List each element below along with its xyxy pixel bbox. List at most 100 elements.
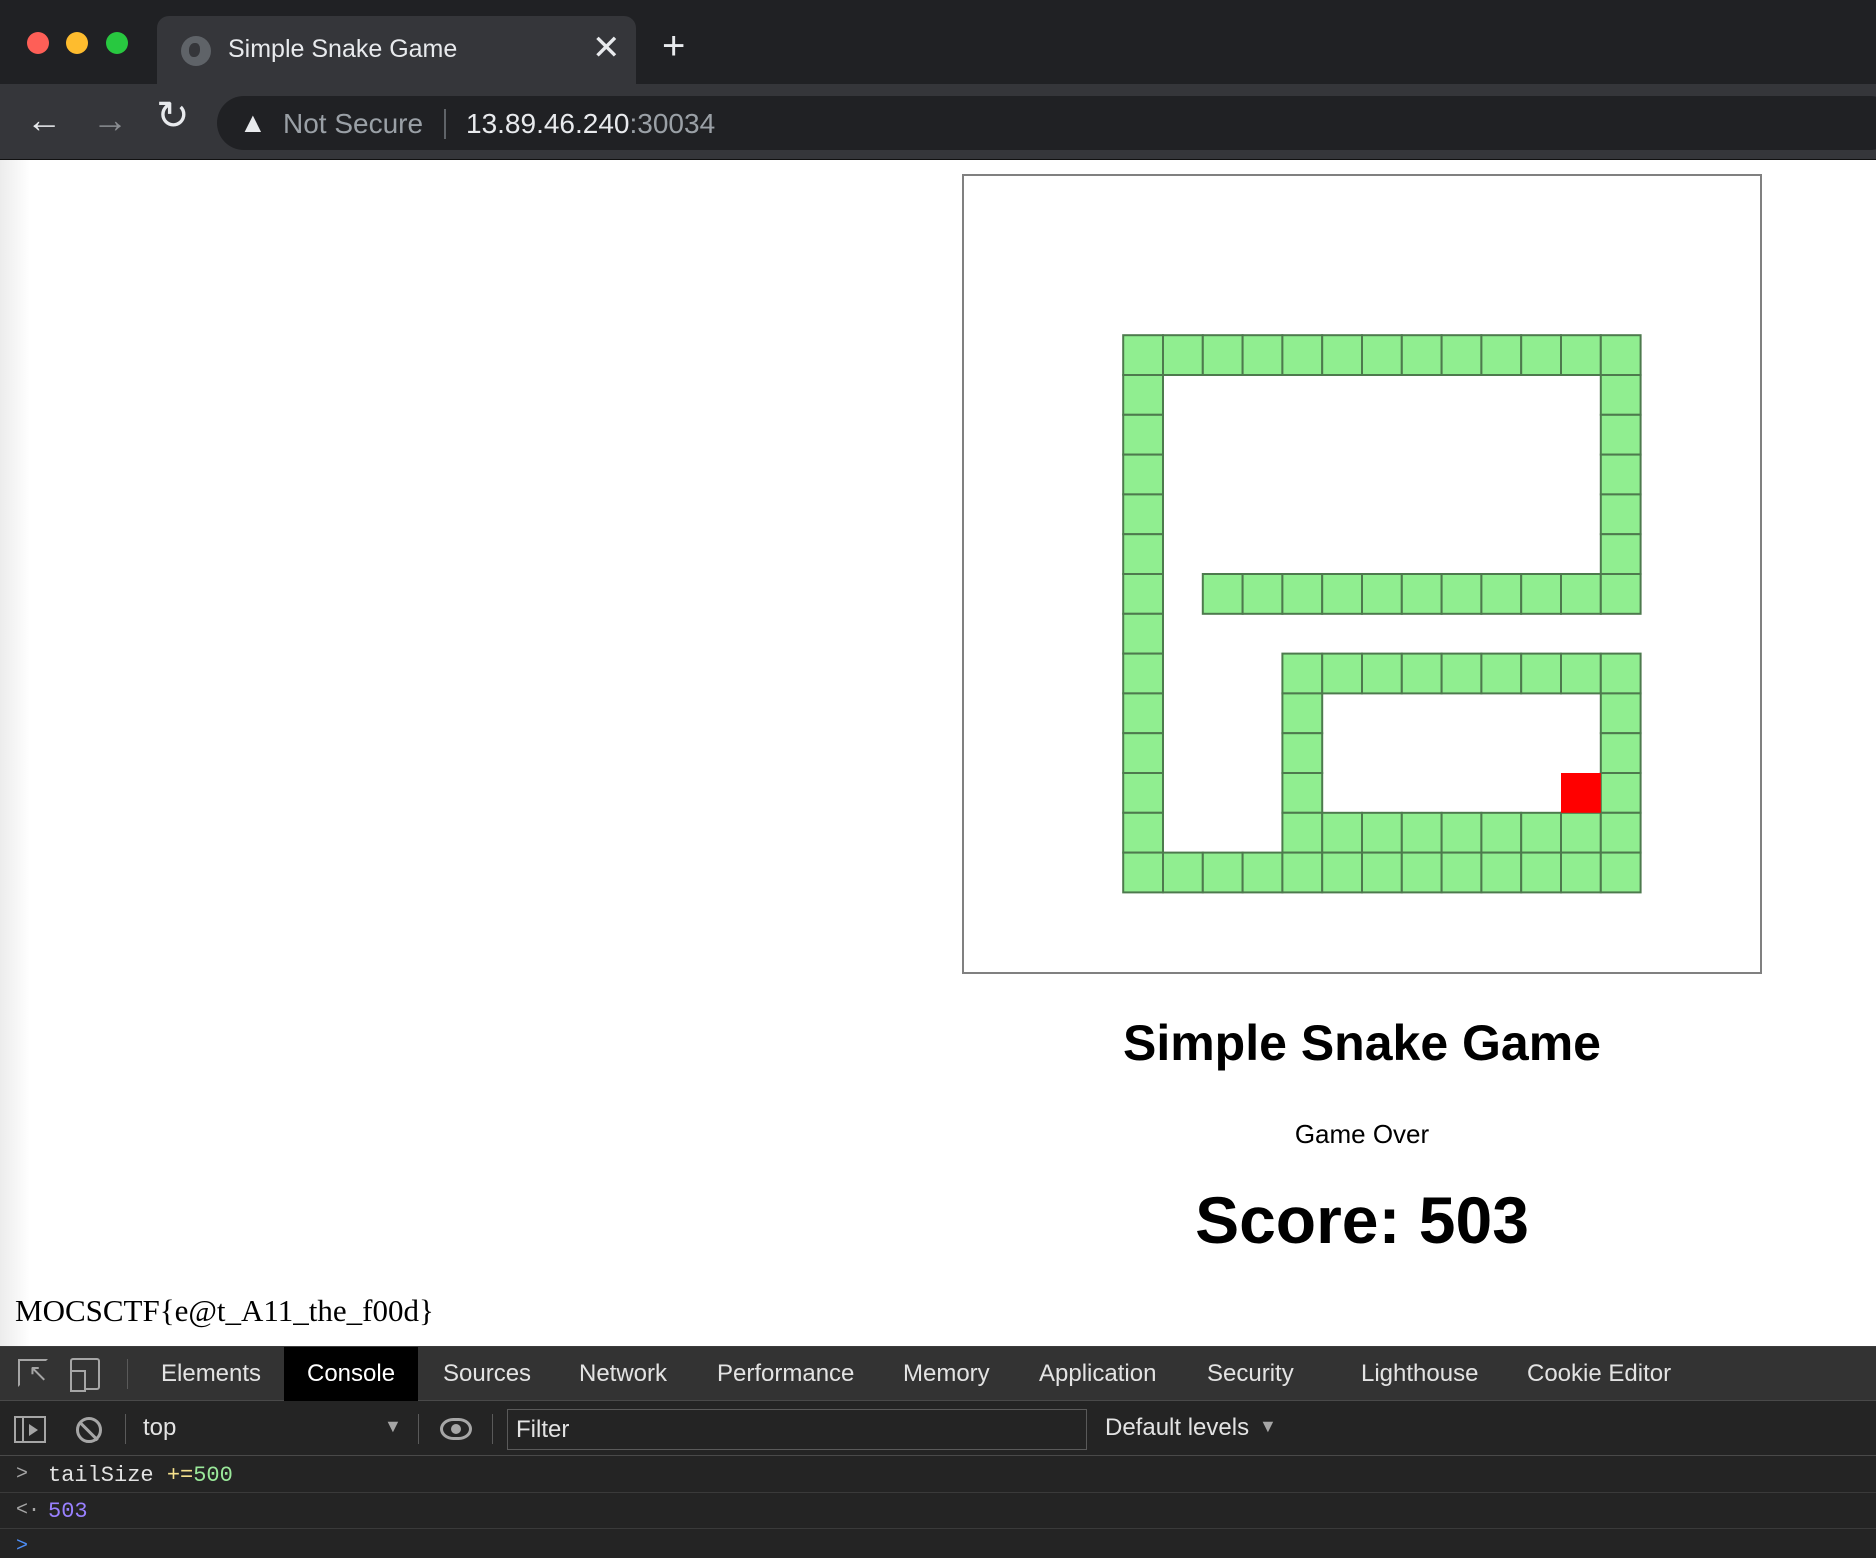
snake-segment: [1560, 652, 1602, 695]
snake-segment: [1400, 811, 1443, 854]
tab-cookie-editor[interactable]: Cookie Editor: [1527, 1347, 1671, 1401]
snake-segment: [1241, 334, 1284, 376]
snake-segment: [1599, 851, 1642, 894]
live-expression-eye-icon[interactable]: [440, 1418, 472, 1440]
snake-segment: [1361, 334, 1403, 376]
tab-elements[interactable]: Elements: [161, 1347, 261, 1401]
snake-segment: [1361, 851, 1403, 894]
snake-segment: [1440, 811, 1483, 854]
tab-sources[interactable]: Sources: [443, 1347, 531, 1401]
close-window-button[interactable]: [27, 32, 49, 54]
snake-segment: [1281, 334, 1324, 376]
snake-segment: [1560, 573, 1602, 615]
console-prompt-line[interactable]: >: [0, 1529, 1876, 1558]
snake-segment: [1599, 493, 1642, 536]
maximize-window-button[interactable]: [106, 32, 128, 54]
devtools-panel: Elements Console Sources Network Perform…: [0, 1346, 1876, 1558]
snake-segment: [1520, 851, 1563, 894]
filter-input[interactable]: [507, 1409, 1087, 1450]
chevron-down-icon[interactable]: ▼: [384, 1416, 402, 1437]
console-output[interactable]: > tailSize +=500 <· 503 >: [0, 1457, 1876, 1558]
snake-segment: [1440, 573, 1483, 615]
tab-console[interactable]: Console: [284, 1347, 419, 1401]
browser-tab[interactable]: Simple Snake Game ✕: [157, 16, 636, 84]
tab-memory[interactable]: Memory: [903, 1347, 990, 1401]
snake-segment: [1520, 652, 1563, 695]
tab-application[interactable]: Application: [1039, 1347, 1156, 1401]
toolbar-divider: [125, 1414, 126, 1444]
tab-network[interactable]: Network: [579, 1347, 667, 1401]
console-command: tailSize +=500: [48, 1463, 233, 1488]
warning-icon[interactable]: ▲: [239, 107, 267, 139]
snake-segment: [1321, 334, 1364, 376]
result-prompt-icon: <·: [16, 1499, 41, 1522]
new-tab-button[interactable]: +: [662, 26, 685, 66]
globe-icon: [181, 36, 211, 66]
context-select[interactable]: top: [143, 1414, 176, 1442]
snake-segment: [1122, 453, 1164, 496]
url-divider: [444, 109, 446, 139]
url-text[interactable]: 13.89.46.240:30034: [466, 108, 715, 140]
snake-segment: [1122, 732, 1164, 775]
not-secure-label[interactable]: Not Secure: [283, 108, 423, 140]
snake-segment: [1599, 692, 1642, 735]
close-tab-icon[interactable]: ✕: [592, 30, 621, 66]
snake-segment: [1361, 652, 1403, 695]
snake-segment: [1599, 772, 1642, 814]
snake-segment: [1122, 612, 1164, 655]
snake-segment: [1201, 851, 1244, 894]
snake-segment: [1281, 573, 1324, 615]
toolbar-divider: [418, 1414, 419, 1444]
chevron-down-icon[interactable]: ▼: [1259, 1416, 1277, 1437]
tab-lighthouse[interactable]: Lighthouse: [1361, 1347, 1478, 1401]
show-sidebar-icon[interactable]: [14, 1416, 46, 1443]
snake-segment: [1122, 692, 1164, 735]
snake-segment: [1520, 811, 1563, 854]
game-title: Simple Snake Game: [1122, 1015, 1601, 1071]
snake-segment: [1122, 772, 1164, 814]
snake-segment: [1162, 851, 1204, 894]
snake-segment: [1241, 851, 1284, 894]
toolbar-divider: [127, 1359, 128, 1389]
snake-segment: [1599, 533, 1642, 576]
game-canvas[interactable]: [962, 174, 1762, 974]
log-levels-select[interactable]: Default levels: [1105, 1414, 1249, 1442]
devtools-tab-bar: Elements Console Sources Network Perform…: [0, 1347, 1876, 1401]
toolbar-divider: [492, 1414, 493, 1444]
minimize-window-button[interactable]: [66, 32, 88, 54]
tab-security[interactable]: Security: [1207, 1347, 1294, 1401]
clear-console-icon[interactable]: [76, 1417, 102, 1443]
tab-title: Simple Snake Game: [228, 35, 458, 63]
snake-segment: [1599, 374, 1642, 416]
tab-performance[interactable]: Performance: [717, 1347, 854, 1401]
snake-segment: [1599, 573, 1642, 615]
browser-tab-bar: Simple Snake Game ✕ +: [0, 0, 1876, 84]
inspect-element-icon[interactable]: [18, 1359, 48, 1388]
snake-segment: [1361, 573, 1403, 615]
snake-segment: [1599, 413, 1642, 456]
snake-segment: [1321, 573, 1364, 615]
console-toolbar: top ▼ Default levels ▼: [0, 1402, 1876, 1456]
snake-segment: [1440, 851, 1483, 894]
url-host: 13.89.46.240: [466, 108, 630, 139]
snake-segment: [1201, 334, 1244, 376]
snake-segment: [1440, 334, 1483, 376]
snake-segment: [1480, 334, 1523, 376]
snake-segment: [1321, 811, 1364, 854]
snake-segment: [1480, 811, 1523, 854]
snake-segment: [1599, 811, 1642, 854]
snake-segment: [1599, 732, 1642, 775]
snake-segment: [1122, 493, 1164, 536]
snake-segment: [1400, 851, 1443, 894]
address-bar[interactable]: ▲ Not Secure 13.89.46.240:30034: [217, 96, 1876, 150]
forward-button[interactable]: →: [92, 102, 128, 138]
snake-segment: [1520, 334, 1563, 376]
device-toolbar-icon[interactable]: [70, 1358, 100, 1392]
reload-button[interactable]: ↻: [156, 96, 190, 136]
back-button[interactable]: ←: [26, 102, 62, 138]
game-status: Game Over: [1294, 1119, 1430, 1149]
flag-text: MOCSCTF{e@t_A11_the_f00d}: [15, 1293, 434, 1328]
page-content: Simple Snake Game Game Over Score: 503 M…: [0, 160, 1876, 1346]
food-item: [1561, 773, 1601, 813]
snake-segment: [1599, 334, 1642, 376]
